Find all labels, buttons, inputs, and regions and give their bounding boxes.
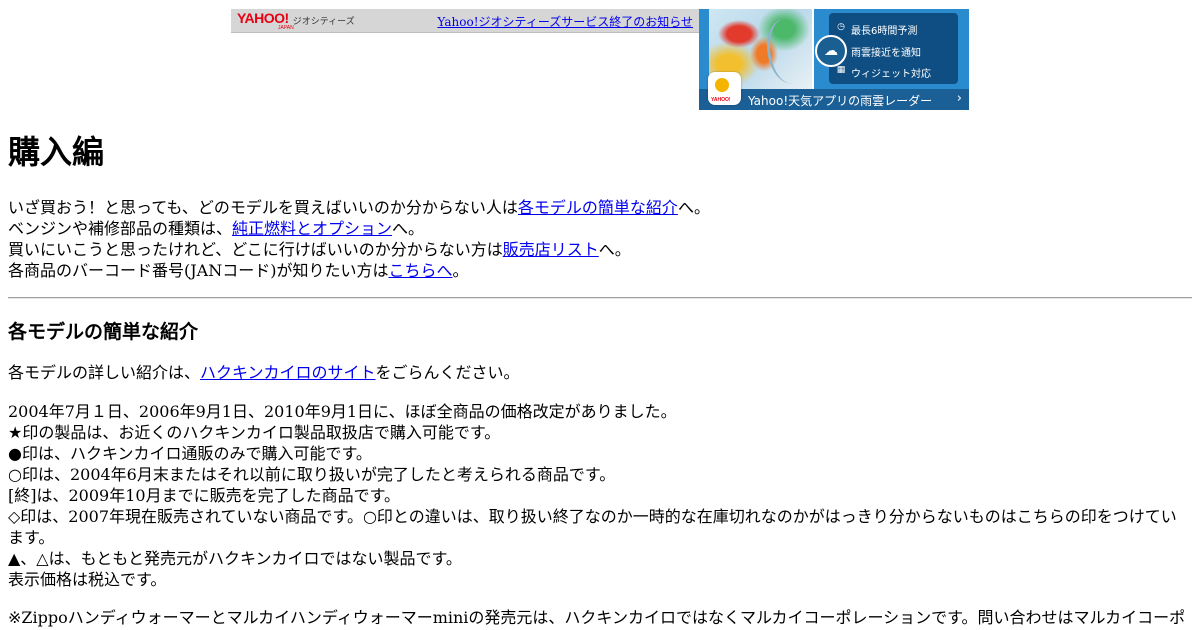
fuel-options-link[interactable]: 純正燃料とオプション [232,219,392,238]
weather-app-ad[interactable]: ◷ 最長6時間予測 ● 雨雲接近を通知 ▦ ウィジェット対応 ☁ Yahoo!天… [699,9,969,110]
section-divider [8,297,1192,299]
store-list-link[interactable]: 販売店リスト [503,240,599,259]
ad-feature-panel: ◷ 最長6時間予測 ● 雨雲接近を通知 ▦ ウィジェット対応 [829,13,958,84]
app-brand-text: YAHOO! [711,97,731,103]
logo-yahoo-text: YAHOO! [237,10,289,26]
detail-paragraph: 各モデルの詳しい紹介は、ハクキンカイロのサイトをごらんください。 [8,363,520,382]
model-intro-link[interactable]: 各モデルの簡単な紹介 [518,198,678,217]
service-end-notice-link[interactable]: Yahoo!ジオシティーズサービス終了のお知らせ [437,13,693,30]
ad-footer-text: Yahoo!天気アプリの雨雲レーダー [748,94,933,108]
ad-feature-forecast: ◷ 最長6時間予測 [837,22,918,37]
note-line: ●印は、ハクキンカイロ通販のみで購入可能です。 [8,444,372,463]
note-line: 2004年7月１日、2006年9月1日、2010年9月1日に、ほぼ全商品の価格改… [8,402,677,421]
chevron-right-icon: › [956,91,962,106]
main-content: 購入編 いざ買おう！と思っても、どのモデルを買えばいいのか分からない人は各モデル… [8,130,1192,627]
yahoo-geocities-logo[interactable]: YAHOO! JAPAN ジオシティーズ [237,10,355,31]
clock-icon: ◷ [837,22,845,32]
geocities-banner: YAHOO! JAPAN ジオシティーズ Yahoo!ジオシティーズサービス終了… [231,9,699,33]
notes-paragraph: 2004年7月１日、2006年9月1日、2010年9月1日に、ほぼ全商品の価格改… [8,401,1192,590]
note-line: ◇印は、2007年現在販売されていない商品です。○印との違いは、取り扱い終了なの… [8,507,1177,547]
logo-japan-text: JAPAN [278,25,294,31]
ad-feature-notify: ● 雨雲接近を通知 [837,44,921,59]
sun-icon [715,78,729,92]
note-line: 表示価格は税込です。 [8,570,167,589]
note-line: ○印は、2004年6月末またはそれ以前に取り扱いが完了したと考えられる商品です。 [8,465,616,484]
page-title: 購入編 [8,133,105,171]
note-line: ▲、△は、もともと発売元がハクキンカイロではない製品です。 [8,549,462,568]
intro-paragraph: いざ買おう！と思っても、どのモデルを買えばいいのか分からない人は各モデルの簡単な… [8,198,710,280]
weather-app-icon: YAHOO! [708,72,741,105]
rain-cloud-icon: ☁ [815,35,847,67]
widget-grid-icon: ▦ [836,65,846,75]
logo-geocities-text: ジオシティーズ [292,16,355,26]
hakukin-site-link[interactable]: ハクキンカイロのサイト [200,363,376,382]
section-title: 各モデルの簡単な紹介 [8,321,199,343]
jan-code-link[interactable]: こちらへ [388,261,452,280]
note-line: ★印の製品は、お近くのハクキンカイロ製品取扱店で購入可能です。 [8,423,501,442]
ad-feature-widget: ▦ ウィジェット対応 [836,65,931,80]
note-line: [終]は、2009年10月までに販売を完了した商品です。 [8,486,400,505]
footnote-paragraph: ※Zippoハンディウォーマーとマルカイハンディウォーマーminiの発売元は、ハ… [8,608,1186,627]
